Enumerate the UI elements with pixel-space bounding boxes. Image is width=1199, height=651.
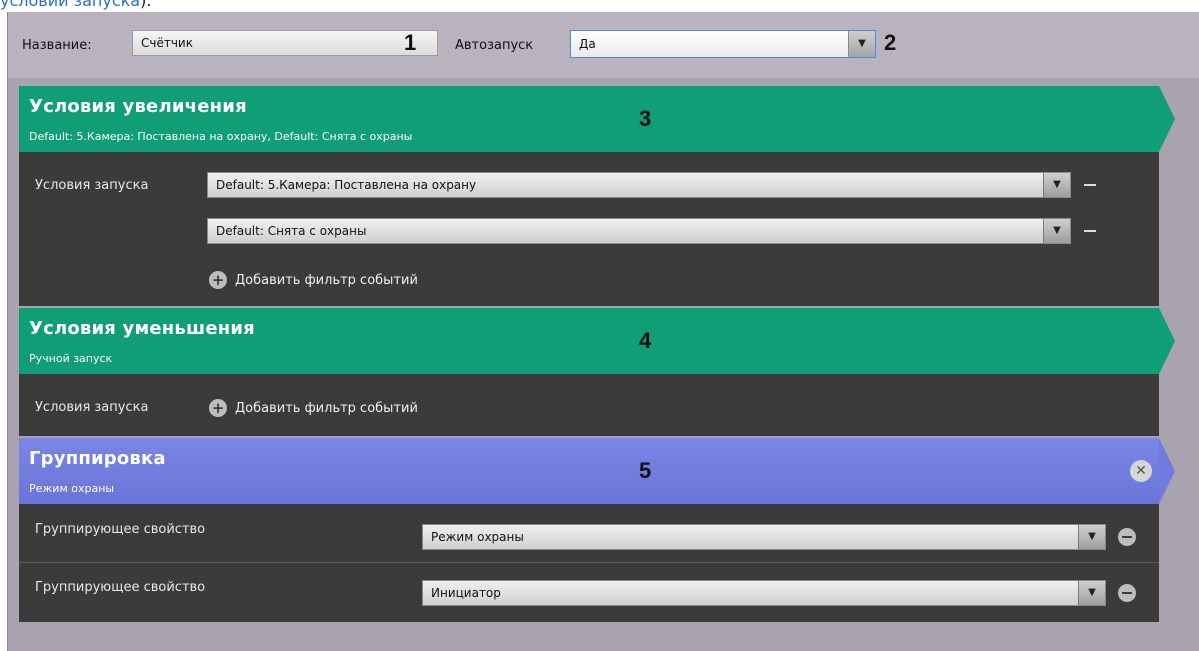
top-link-text[interactable]: условий запуска bbox=[0, 0, 140, 10]
callout-2: 2 bbox=[884, 30, 897, 55]
remove-filter-1-icon[interactable] bbox=[1084, 184, 1096, 186]
increase-conditions-header[interactable]: Условия увеличения Default: 5.Камера: По… bbox=[19, 86, 1175, 152]
row-divider bbox=[19, 562, 1159, 563]
name-input[interactable] bbox=[132, 30, 438, 56]
autostart-label: Автозапуск bbox=[455, 38, 534, 53]
decrease-conditions-panel: Условия запуска + Добавить фильтр событи… bbox=[19, 374, 1159, 436]
plus-circle-icon: + bbox=[209, 399, 227, 417]
grouping-subtitle: Режим охраны bbox=[29, 482, 115, 495]
minus-circle-icon[interactable] bbox=[1118, 584, 1136, 602]
chevron-down-icon[interactable]: ▼ bbox=[1078, 581, 1105, 605]
remove-filter-2-icon[interactable] bbox=[1084, 230, 1096, 232]
top-link-tail: ). bbox=[140, 0, 152, 10]
decrease-add-filter-button[interactable]: + Добавить фильтр событий bbox=[209, 399, 418, 417]
increase-add-filter-button[interactable]: + Добавить фильтр событий bbox=[209, 271, 418, 289]
decrease-title: Условия уменьшения bbox=[29, 318, 255, 339]
increase-conditions-panel: Условия запуска Default: 5.Камера: Поста… bbox=[19, 152, 1159, 306]
increase-subtitle: Default: 5.Камера: Поставлена на охрану,… bbox=[29, 130, 413, 143]
minus-circle-icon[interactable] bbox=[1118, 528, 1136, 546]
grouping-header[interactable]: Группировка Режим охраны 5 ✕ bbox=[19, 438, 1175, 504]
grouping-panel: Группирующее свойство Режим охраны ▼ Гру… bbox=[19, 504, 1159, 622]
grouping-property-1-value: Режим охраны bbox=[431, 530, 524, 544]
autostart-value: Да bbox=[579, 37, 596, 51]
chevron-down-icon[interactable]: ▼ bbox=[1043, 219, 1070, 243]
grouping-row-2-label: Группирующее свойство bbox=[35, 580, 206, 595]
autostart-select[interactable]: Да ▼ bbox=[570, 30, 876, 58]
counter-settings-frame: Название: 1 Автозапуск Да ▼ 2 Условия ув… bbox=[7, 12, 1199, 651]
header-row: Название: 1 Автозапуск Да ▼ 2 bbox=[8, 12, 1199, 78]
close-circle-icon[interactable]: ✕ bbox=[1130, 460, 1152, 482]
decrease-conditions-header[interactable]: Условия уменьшения Ручной запуск 4 bbox=[19, 308, 1175, 374]
increase-filter-1[interactable]: Default: 5.Камера: Поставлена на охрану … bbox=[207, 172, 1071, 198]
decrease-add-filter-label: Добавить фильтр событий bbox=[235, 400, 418, 416]
chevron-down-icon[interactable]: ▼ bbox=[1078, 525, 1105, 549]
increase-title: Условия увеличения bbox=[29, 96, 247, 117]
grouping-property-2-select[interactable]: Инициатор ▼ bbox=[422, 580, 1106, 606]
grouping-property-2-value: Инициатор bbox=[431, 586, 501, 600]
plus-circle-icon: + bbox=[209, 271, 227, 289]
callout-1: 1 bbox=[404, 30, 417, 55]
increase-filter-1-value: Default: 5.Камера: Поставлена на охрану bbox=[216, 178, 477, 192]
increase-start-conditions-label: Условия запуска bbox=[35, 178, 149, 193]
decrease-subtitle: Ручной запуск bbox=[29, 352, 113, 365]
increase-add-filter-label: Добавить фильтр событий bbox=[235, 272, 418, 288]
callout-5: 5 bbox=[639, 458, 652, 483]
top-link[interactable]: условий запуска). bbox=[0, 0, 151, 11]
callout-4: 4 bbox=[639, 328, 652, 353]
name-label: Название: bbox=[22, 38, 92, 53]
increase-filter-2[interactable]: Default: Снята с охраны ▼ bbox=[207, 218, 1071, 244]
decrease-start-conditions-label: Условия запуска bbox=[35, 400, 149, 415]
grouping-property-1-select[interactable]: Режим охраны ▼ bbox=[422, 524, 1106, 550]
grouping-row-1-label: Группирующее свойство bbox=[35, 522, 206, 537]
callout-3: 3 bbox=[639, 106, 652, 131]
chevron-down-icon[interactable]: ▼ bbox=[1043, 173, 1070, 197]
chevron-down-icon[interactable]: ▼ bbox=[848, 31, 875, 57]
increase-filter-2-value: Default: Снята с охраны bbox=[216, 224, 367, 238]
grouping-title: Группировка bbox=[29, 448, 166, 469]
